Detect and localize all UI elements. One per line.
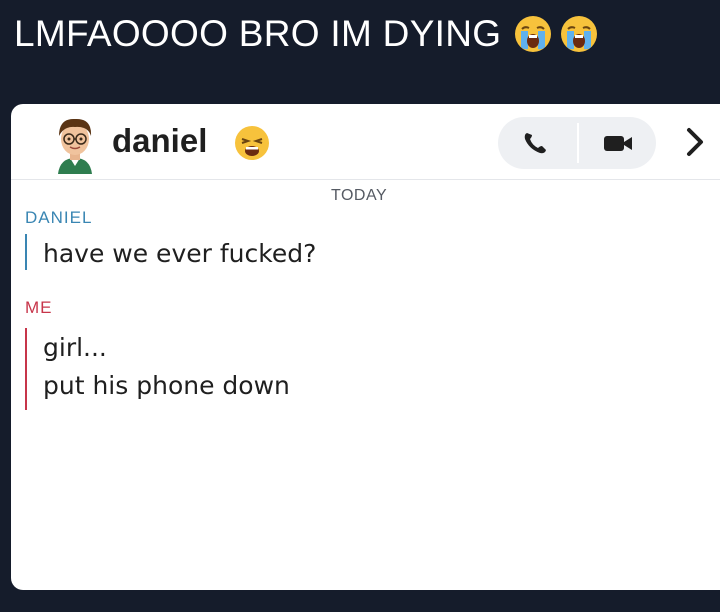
weary-face-icon: [235, 126, 269, 160]
phone-icon[interactable]: [522, 131, 548, 155]
loudly-crying-face-icon: [515, 16, 552, 52]
caption-text: LMFAOOOO BRO IM DYING: [14, 13, 502, 54]
bitmoji-avatar[interactable]: [44, 112, 106, 174]
sender-label-daniel: DANIEL: [25, 208, 93, 227]
video-camera-icon[interactable]: [602, 132, 634, 154]
chat-window: daniel TODAY DANIEL have we ever fucked?…: [11, 104, 720, 590]
date-separator: TODAY: [331, 187, 388, 204]
sender-label-me: ME: [25, 298, 53, 317]
message-text[interactable]: have we ever fucked?: [43, 238, 316, 270]
chat-header: daniel: [11, 104, 720, 180]
pill-divider: [577, 123, 579, 163]
message-text[interactable]: put his phone down: [43, 370, 290, 402]
message-bar-daniel: [25, 234, 27, 270]
call-actions-pill: [498, 117, 656, 169]
message-text[interactable]: girl...: [43, 332, 107, 364]
screenshot: LMFAOOOO BRO IM DYING daniel TODAY DANIE…: [0, 0, 720, 612]
message-bar-me: [25, 328, 27, 410]
contact-name[interactable]: daniel: [112, 121, 207, 161]
chevron-right-icon[interactable]: [683, 126, 707, 158]
meme-caption: LMFAOOOO BRO IM DYING: [14, 12, 599, 56]
loudly-crying-face-icon: [561, 16, 598, 52]
